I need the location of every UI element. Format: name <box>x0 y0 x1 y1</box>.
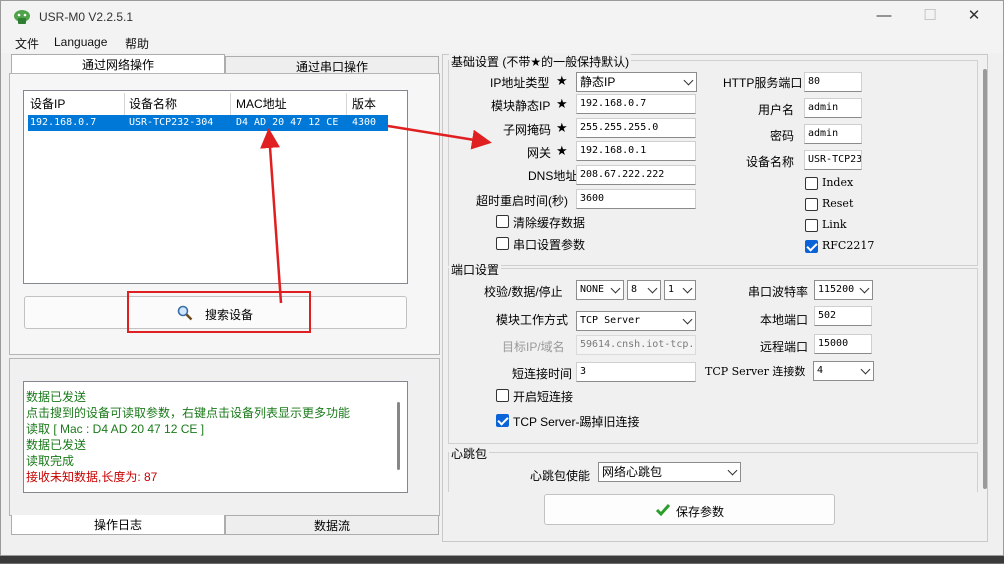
annotation-arrow-up <box>260 128 283 304</box>
background-taskbar <box>0 556 1004 563</box>
annotation-arrow-right <box>387 124 492 150</box>
annotation-arrows <box>260 124 492 304</box>
main-window: USR-M0 V2.2.5.1 — ☐ ✕ 文件 Language 帮助 通过网… <box>0 0 1004 556</box>
